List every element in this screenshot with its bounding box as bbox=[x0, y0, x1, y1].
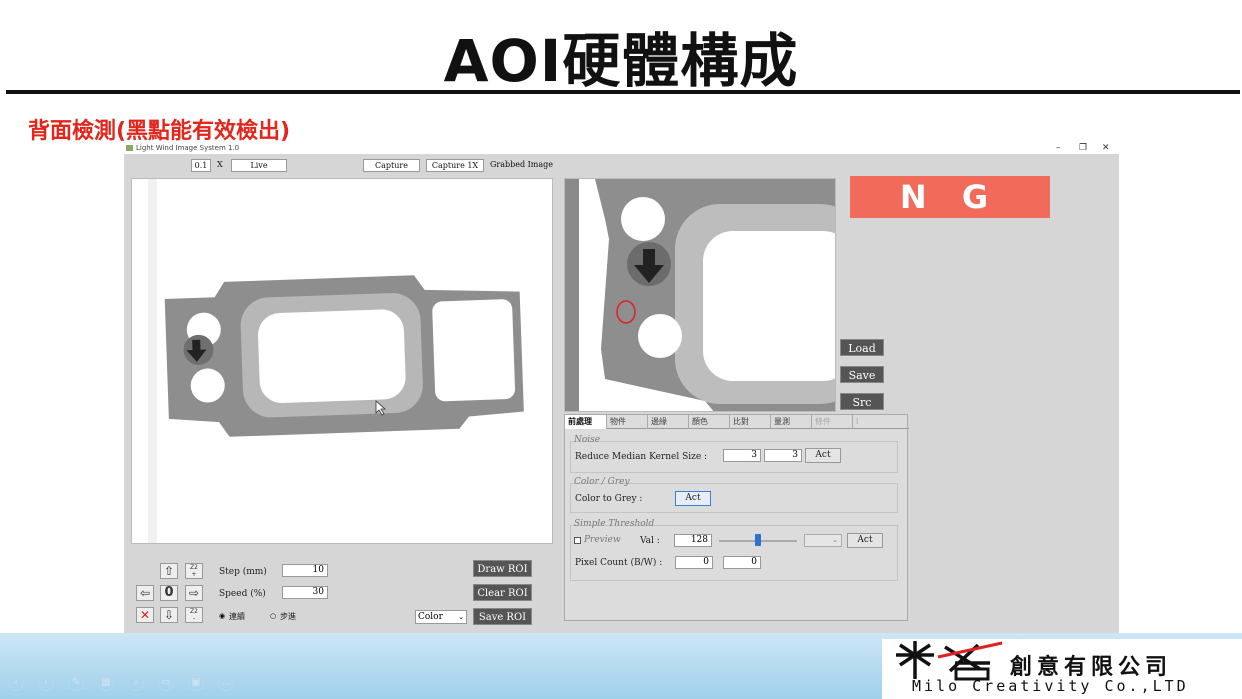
company-logo-mark bbox=[896, 641, 1003, 681]
chevron-down-icon: ⌄ bbox=[458, 613, 464, 621]
draw-roi-button[interactable]: Draw ROI bbox=[473, 560, 532, 577]
toolbar: 0.1 X Live Capture Capture 1X Grabbed Im… bbox=[124, 154, 1119, 178]
grabbed-image-view[interactable] bbox=[564, 178, 836, 412]
color-to-grey-label: Color to Grey : bbox=[575, 494, 643, 504]
slide-title: AOI硬體構成 bbox=[443, 27, 799, 95]
src-button[interactable]: Src bbox=[840, 393, 884, 410]
minimize-icon[interactable]: – bbox=[1056, 143, 1061, 154]
app-icon bbox=[126, 145, 133, 151]
threshold-act-button[interactable]: Act bbox=[847, 533, 883, 548]
app-titlebar: Light Wind Image System 1.0 – ❐ ✕ bbox=[124, 143, 1119, 154]
next-slide-icon[interactable]: › bbox=[38, 675, 54, 691]
company-logo-area: 創意有限公司 Milo Creativity Co.,LTD bbox=[882, 639, 1242, 699]
z2-up-label: Z2 bbox=[190, 564, 198, 571]
tab-match[interactable]: 比對 bbox=[730, 415, 771, 429]
title-divider bbox=[6, 90, 1240, 94]
result-ng-indicator: N G bbox=[850, 176, 1050, 218]
tab-preprocess[interactable]: 前處理 bbox=[565, 415, 607, 429]
color-grey-act-button[interactable]: Act bbox=[675, 491, 711, 506]
threshold-mode-select[interactable]: ⌄ bbox=[804, 534, 842, 547]
exposure-input[interactable]: 0.1 bbox=[191, 159, 211, 172]
pixel-count-label: Pixel Count (B/W) : bbox=[575, 558, 663, 568]
previous-slide-icon[interactable]: ‹ bbox=[8, 675, 24, 691]
multiply-label: X bbox=[217, 160, 223, 169]
move-right-button[interactable]: ⇨ bbox=[185, 585, 203, 601]
kernel-size-y-input[interactable]: 3 bbox=[764, 449, 802, 462]
stop-icon[interactable]: ✕ bbox=[136, 607, 154, 623]
mode-continuous-label: 連續 bbox=[229, 612, 245, 621]
preview-checkbox[interactable] bbox=[574, 537, 581, 544]
app-window-title: Light Wind Image System 1.0 bbox=[136, 144, 240, 152]
slide-subtitle: 背面檢測(黑點能有效檢出) bbox=[28, 119, 291, 144]
subtitle-icon[interactable]: ▣ bbox=[188, 675, 204, 691]
white-count-field: 0 bbox=[723, 556, 761, 569]
mode-step-label: 步進 bbox=[280, 612, 296, 621]
step-input[interactable]: 10 bbox=[282, 564, 328, 577]
more-options-icon[interactable]: … bbox=[218, 675, 234, 691]
speed-label: Speed (%) bbox=[219, 589, 266, 599]
restore-icon[interactable]: ❐ bbox=[1079, 143, 1087, 154]
tab-io[interactable]: I bbox=[853, 415, 908, 429]
live-part-image bbox=[132, 179, 552, 543]
z2-up-button[interactable]: Z2 + bbox=[185, 563, 203, 579]
grabbed-part-image bbox=[565, 179, 835, 411]
z2-down-button[interactable]: Z2- bbox=[185, 607, 203, 623]
video-icon[interactable]: ▭ bbox=[158, 675, 174, 691]
move-up-button[interactable]: ⇧ bbox=[160, 563, 178, 579]
kernel-size-x-input[interactable]: 3 bbox=[723, 449, 761, 462]
tab-object[interactable]: 物件 bbox=[607, 415, 648, 429]
move-left-button[interactable]: ⇦ bbox=[136, 585, 154, 601]
grabbed-image-label: Grabbed Image bbox=[490, 160, 553, 169]
tab-measure[interactable]: 量測 bbox=[771, 415, 812, 429]
processing-panel: 前處理 物件 邊緣 顏色 比對 量測 條件 I Noise Reduce Med… bbox=[564, 414, 909, 621]
aoi-app-window: Light Wind Image System 1.0 – ❐ ✕ 0.1 X … bbox=[124, 143, 1119, 639]
home-zero-button[interactable]: 0 bbox=[160, 585, 178, 601]
threshold-group-label: Simple Threshold bbox=[574, 519, 655, 529]
capture-1x-button[interactable]: Capture 1X bbox=[426, 159, 484, 172]
slide: AOI硬體構成 背面檢測(黑點能有效檢出) Light Wind Image S… bbox=[0, 0, 1242, 699]
move-down-button[interactable]: ⇩ bbox=[160, 607, 178, 623]
tab-edge[interactable]: 邊緣 bbox=[648, 415, 689, 429]
zoom-icon[interactable]: ⌕ bbox=[128, 675, 144, 691]
company-name-en: Milo Creativity Co.,LTD bbox=[912, 677, 1189, 695]
load-button[interactable]: Load bbox=[840, 339, 884, 356]
clear-roi-button[interactable]: Clear ROI bbox=[473, 584, 532, 601]
slides-grid-icon[interactable]: ▦ bbox=[98, 675, 114, 691]
threshold-val-label: Val : bbox=[640, 536, 660, 546]
speed-input[interactable]: 30 bbox=[282, 586, 328, 599]
live-camera-view[interactable] bbox=[131, 178, 553, 544]
pen-icon[interactable]: ✎ bbox=[68, 675, 84, 691]
processing-tabs: 前處理 物件 邊緣 顏色 比對 量測 條件 I bbox=[565, 415, 909, 429]
threshold-val-input[interactable]: 128 bbox=[674, 534, 712, 547]
capture-button[interactable]: Capture bbox=[363, 159, 420, 172]
mode-continuous-radio[interactable]: ◉ bbox=[219, 612, 225, 620]
median-kernel-label: Reduce Median Kernel Size : bbox=[575, 452, 708, 462]
z2-down-label: Z2 bbox=[190, 608, 198, 615]
save-roi-button[interactable]: Save ROI bbox=[473, 608, 532, 625]
mode-step-radio[interactable]: ○ bbox=[270, 612, 276, 620]
step-label: Step (mm) bbox=[219, 567, 267, 577]
noise-act-button[interactable]: Act bbox=[805, 448, 841, 463]
color-grey-group-label: Color / Grey bbox=[574, 477, 630, 487]
roi-color-value: Color bbox=[418, 612, 443, 622]
live-button[interactable]: Live bbox=[231, 159, 287, 172]
tab-condition[interactable]: 條件 bbox=[812, 415, 853, 429]
noise-group-label: Noise bbox=[574, 435, 601, 445]
close-icon[interactable]: ✕ bbox=[1102, 143, 1110, 154]
preview-label: Preview bbox=[584, 535, 621, 545]
tab-color[interactable]: 顏色 bbox=[689, 415, 730, 429]
save-button[interactable]: Save bbox=[840, 366, 884, 383]
black-count-field: 0 bbox=[675, 556, 713, 569]
threshold-slider-thumb[interactable] bbox=[755, 534, 761, 546]
roi-color-select[interactable]: Color ⌄ bbox=[415, 610, 467, 624]
